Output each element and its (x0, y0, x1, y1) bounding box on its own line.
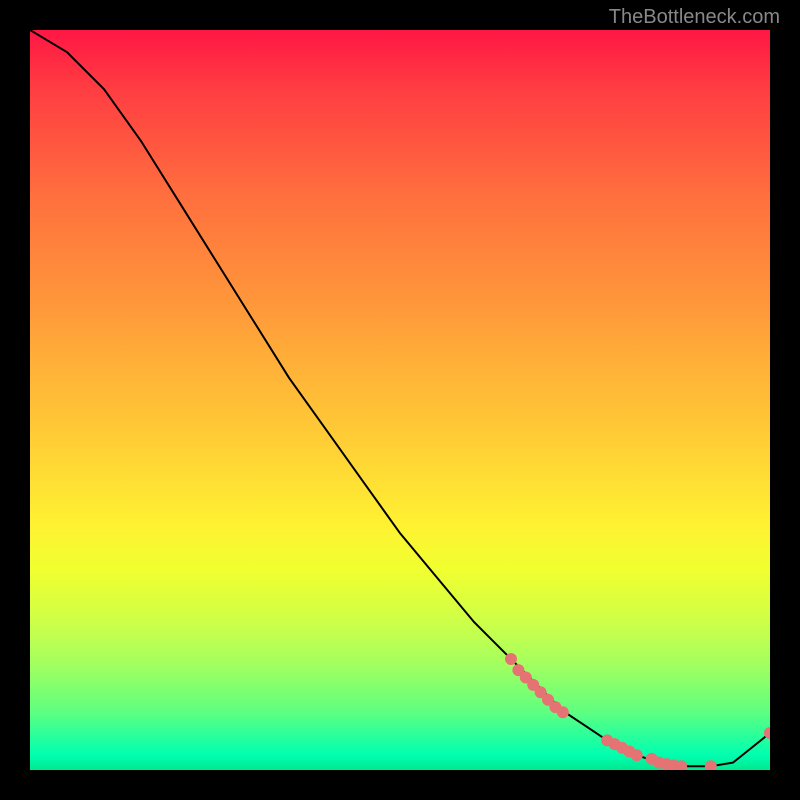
chart-line (30, 30, 770, 766)
watermark-text: TheBottleneck.com (609, 6, 780, 29)
chart-marker (705, 760, 717, 770)
chart-marker (631, 749, 643, 761)
chart-marker (505, 653, 517, 665)
chart-svg (30, 30, 770, 770)
chart-area (30, 30, 770, 770)
chart-marker (557, 706, 569, 718)
